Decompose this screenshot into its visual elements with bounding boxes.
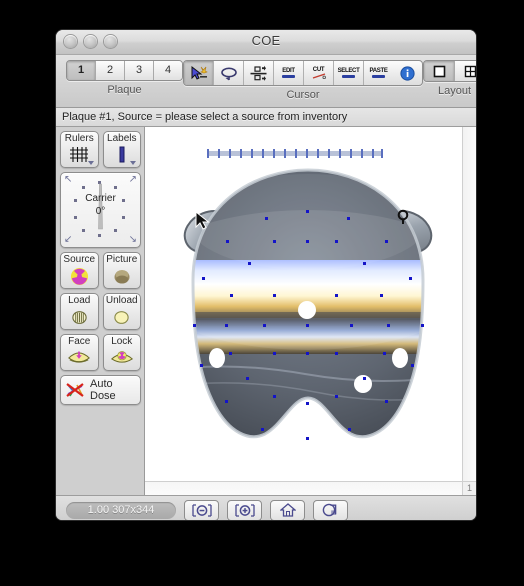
vertical-scrollbar[interactable]: [462, 127, 476, 482]
auto-dose-label: Auto Dose: [90, 378, 116, 402]
paste-tool-label: PASTE: [369, 68, 388, 74]
load-disc-icon: [70, 307, 89, 327]
window-body: Rulers Labels ↖ ↗ ↙ ↘ Carrier 0° Source …: [56, 127, 476, 495]
horizontal-scrollbar[interactable]: [145, 481, 463, 495]
face-label: Face: [68, 336, 91, 347]
home-view-button[interactable]: [270, 499, 305, 520]
lock-button[interactable]: Lock: [102, 334, 141, 371]
duplicate-view-button[interactable]: [313, 499, 348, 520]
single-pane-icon: [433, 65, 445, 77]
labels-chevron-down-icon[interactable]: [130, 161, 136, 165]
rulers-label: Rulers: [64, 133, 94, 144]
application-window: COE 1 2 3 4 Plaque EDIT CUT SELECT PASTE…: [56, 30, 476, 520]
select-tool[interactable]: SELECT: [334, 61, 364, 85]
select-tool-underline: [342, 75, 355, 78]
plaque-tabs[interactable]: 1 2 3 4: [66, 60, 183, 81]
face-button[interactable]: Face: [60, 334, 99, 371]
cursor-toolbar[interactable]: EDIT CUT SELECT PASTE: [183, 60, 423, 86]
cursor-group-label: Cursor: [286, 89, 320, 101]
load-unload-row: Load Unload: [60, 293, 141, 330]
lock-label: Lock: [111, 336, 133, 347]
unload-button[interactable]: Unload: [102, 293, 141, 330]
source-label: Source: [63, 254, 96, 265]
rulers-chevron-down-icon[interactable]: [87, 161, 94, 165]
plaque-group: 1 2 3 4 Plaque: [66, 55, 183, 96]
plaque-tab-1[interactable]: 1: [67, 61, 96, 80]
info-tool[interactable]: [393, 61, 422, 85]
face-lock-row: Face Lock: [60, 334, 141, 371]
desktop-background: COE 1 2 3 4 Plaque EDIT CUT SELECT PASTE…: [0, 0, 524, 586]
carrier-title: Carrier: [85, 193, 116, 204]
unload-disc-icon: [112, 307, 131, 327]
zoom-in-icon: [234, 503, 255, 517]
select-pointer-tool[interactable]: [184, 61, 214, 85]
rulers-button[interactable]: Rulers: [60, 131, 99, 168]
plaque-tab-3[interactable]: 3: [125, 61, 154, 80]
edit-tool-underline: [282, 75, 295, 78]
carrier-dial[interactable]: ↖ ↗ ↙ ↘ Carrier 0°: [60, 172, 141, 248]
carrier-angle-value: 0°: [95, 206, 106, 217]
zoom-in-button[interactable]: [227, 499, 262, 520]
scissors-icon: [312, 73, 326, 79]
move-adjust-tool[interactable]: [244, 61, 274, 85]
measurement-ruler: [207, 149, 383, 158]
zoom-info-pill: 1.00 307x344: [66, 501, 176, 519]
status-bar: Plaque #1, Source = please select a sour…: [56, 108, 476, 127]
rulers-labels-row: Rulers Labels: [60, 131, 141, 168]
info-icon: [400, 65, 415, 81]
quad-pane-icon: [464, 65, 476, 77]
rotate-tool[interactable]: [214, 61, 244, 85]
bottom-bar: 1.00 307x344: [56, 495, 476, 520]
source-button[interactable]: Source: [60, 252, 99, 289]
edit-tool-label: EDIT: [282, 68, 295, 74]
lock-plaque-icon: [110, 348, 134, 368]
picture-button[interactable]: Picture: [102, 252, 141, 289]
copy-icon: [322, 503, 337, 517]
main-toolbar: 1 2 3 4 Plaque EDIT CUT SELECT PASTE Cur…: [56, 55, 476, 108]
labels-button[interactable]: Labels: [102, 131, 141, 168]
no-dose-icon: [65, 382, 85, 398]
plaque-tab-2[interactable]: 2: [96, 61, 125, 80]
layout-toggle[interactable]: [423, 60, 476, 82]
layout-group-label: Layout: [437, 85, 472, 97]
auto-dose-button[interactable]: Auto Dose: [60, 375, 141, 405]
paste-tool[interactable]: PASTE: [364, 61, 393, 85]
face-plaque-icon: [67, 348, 91, 368]
cursor-group: EDIT CUT SELECT PASTE Cursor: [183, 55, 423, 101]
page-number-indicator: 1: [462, 481, 476, 495]
layout-group: Layout: [423, 55, 476, 97]
unload-label: Unload: [105, 295, 138, 306]
window-titlebar[interactable]: COE: [56, 30, 476, 55]
plaque-canvas[interactable]: [145, 127, 463, 482]
plaque-tab-4[interactable]: 4: [154, 61, 182, 80]
paste-tool-underline: [372, 75, 385, 78]
source-picture-row: Source Picture: [60, 252, 141, 289]
load-button[interactable]: Load: [60, 293, 99, 330]
select-tool-label: SELECT: [337, 68, 360, 74]
plaque-photograph[interactable]: [155, 162, 461, 482]
layout-single-pane-button[interactable]: [424, 61, 455, 81]
edit-tool[interactable]: EDIT: [274, 61, 304, 85]
tool-sidebar: Rulers Labels ↖ ↗ ↙ ↘ Carrier 0° Source …: [56, 127, 144, 495]
eye-globe-icon: [112, 266, 132, 286]
window-title: COE: [251, 33, 281, 48]
radiation-icon: [70, 266, 89, 286]
home-icon: [279, 503, 296, 517]
labels-label: Labels: [107, 133, 137, 144]
load-label: Load: [68, 295, 91, 306]
layout-quad-pane-button[interactable]: [455, 61, 476, 81]
zoom-out-icon: [191, 503, 212, 517]
zoom-out-button[interactable]: [184, 499, 219, 520]
plaque-group-label: Plaque: [107, 84, 142, 96]
picture-label: Picture: [106, 254, 138, 265]
cut-tool[interactable]: CUT: [304, 61, 334, 85]
canvas-area: 1: [144, 127, 476, 495]
